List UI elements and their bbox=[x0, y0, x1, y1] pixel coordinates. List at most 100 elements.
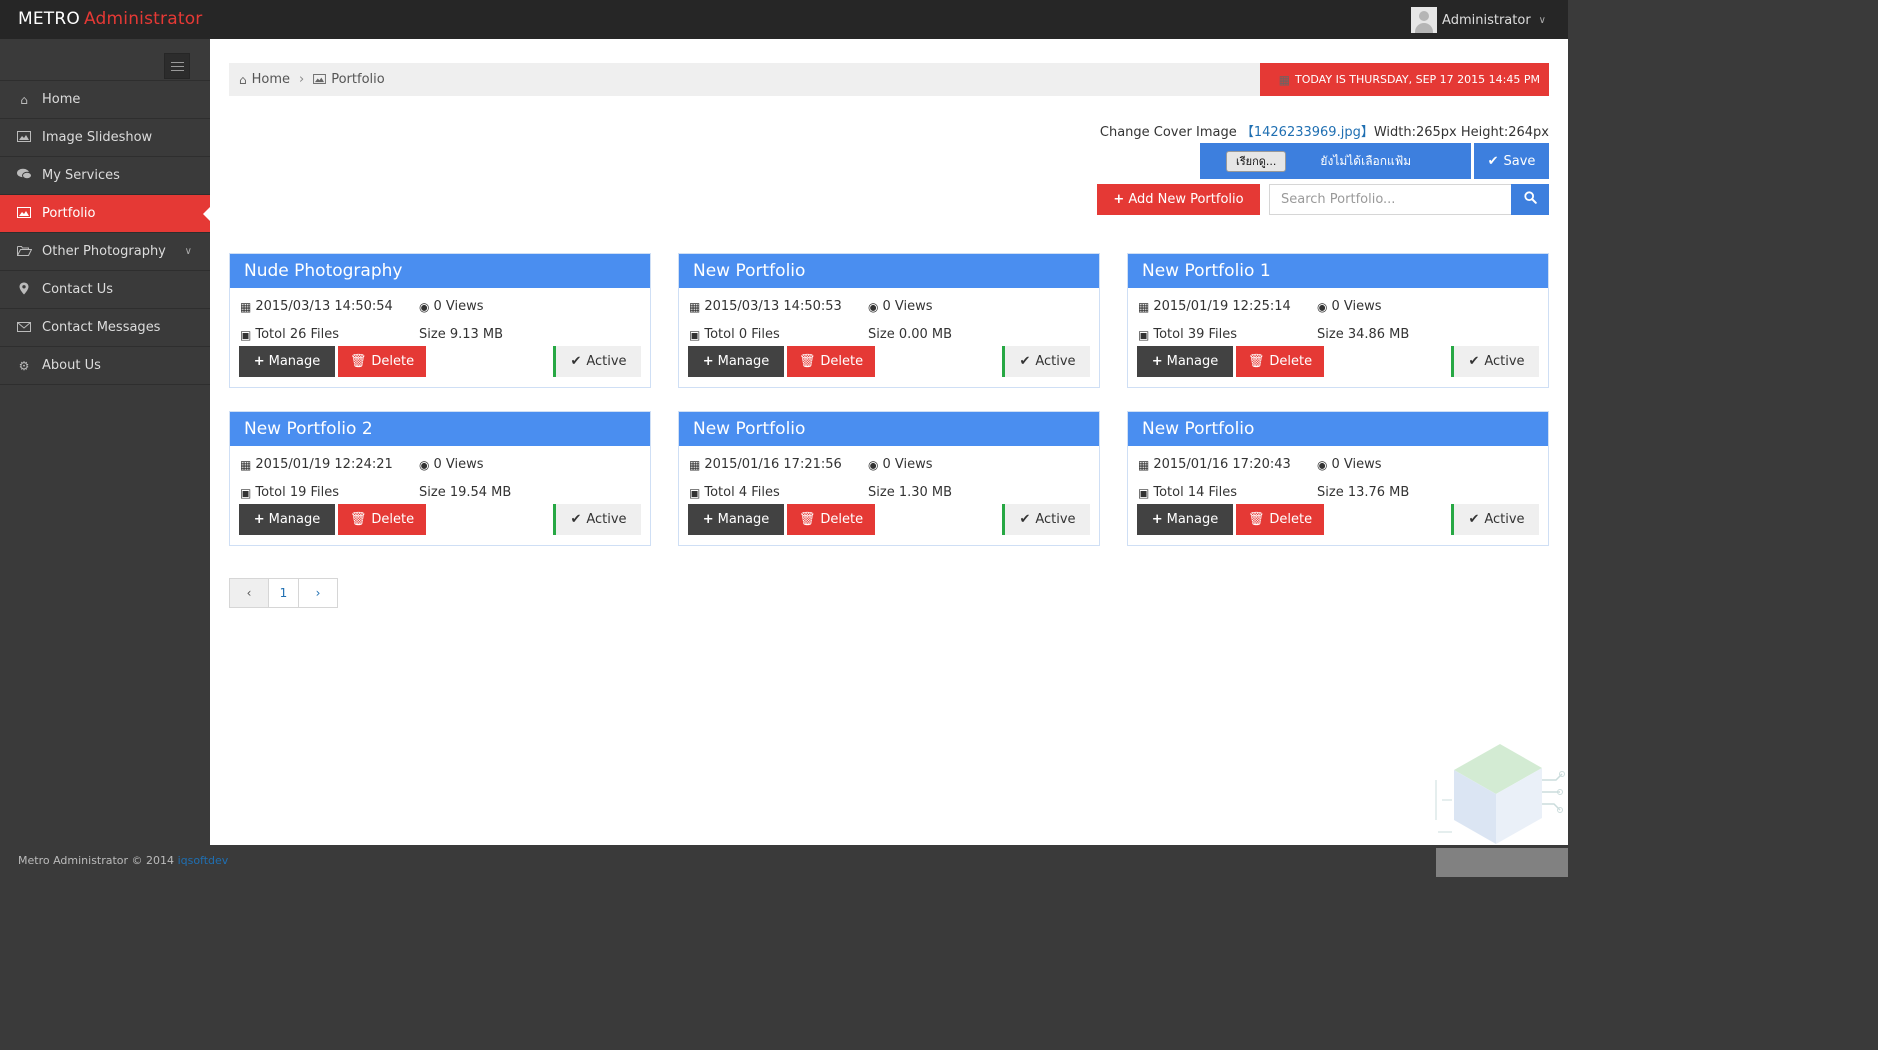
card-views: 0 Views bbox=[882, 457, 933, 472]
cover-image-info: Change Cover Image 【1426233969.jpg】Width… bbox=[1100, 121, 1549, 140]
footer: Metro Administrator © 2014 iqsoftdev bbox=[0, 845, 1568, 877]
status-label: Active bbox=[586, 354, 627, 369]
check-icon: ✔ bbox=[1468, 512, 1480, 527]
add-portfolio-button[interactable]: + Add New Portfolio bbox=[1097, 184, 1260, 215]
active-toggle-button[interactable]: ✔ Active bbox=[1002, 504, 1090, 535]
footer-copyright: Metro Administrator © 2014 bbox=[18, 854, 175, 867]
next-page-button[interactable]: › bbox=[299, 579, 337, 607]
page-1-button[interactable]: 1 bbox=[269, 579, 299, 607]
check-icon: ✔ bbox=[1019, 512, 1031, 527]
card-size: Size 1.30 MB bbox=[868, 485, 953, 500]
card-views: 0 Views bbox=[433, 457, 484, 472]
manage-button[interactable]: + Manage bbox=[688, 346, 784, 377]
card-files: Totol 0 Files bbox=[704, 327, 780, 342]
card-size: Size 34.86 MB bbox=[1317, 327, 1410, 342]
browse-button[interactable]: เรียกดู... bbox=[1226, 150, 1287, 172]
picture-icon: ▣ bbox=[1138, 327, 1150, 342]
card-files: Totol 14 Files bbox=[1153, 485, 1238, 500]
manage-button[interactable]: + Manage bbox=[239, 346, 335, 377]
breadcrumb-home[interactable]: Home bbox=[252, 72, 290, 87]
brand-main: METRO bbox=[18, 9, 80, 29]
sidebar-item-my-services[interactable]: My Services bbox=[0, 157, 210, 195]
add-label: Add New Portfolio bbox=[1128, 192, 1244, 207]
check-icon: ✔ bbox=[1019, 354, 1031, 369]
manage-label: Manage bbox=[717, 512, 770, 527]
card-date: 2015/01/16 17:20:43 bbox=[1153, 457, 1291, 472]
card-files: Totol 19 Files bbox=[255, 485, 340, 500]
manage-label: Manage bbox=[1166, 512, 1219, 527]
check-icon: ✔ bbox=[570, 354, 582, 369]
avatar bbox=[1411, 7, 1438, 33]
delete-label: Delete bbox=[1269, 354, 1313, 369]
card-title: New Portfolio bbox=[679, 412, 1099, 446]
sidebar-item-image-slideshow[interactable]: Image Slideshow bbox=[0, 119, 210, 157]
plus-icon: + bbox=[1151, 354, 1163, 369]
brand-sub: Administrator bbox=[84, 9, 203, 29]
sidebar-item-label: Portfolio bbox=[42, 206, 96, 221]
cover-dimensions: Width:265px Height:264px bbox=[1373, 125, 1549, 140]
delete-label: Delete bbox=[1269, 512, 1313, 527]
footer-text: Metro Administrator © 2014 iqsoftdev bbox=[18, 854, 228, 867]
delete-button[interactable]: 🗑 Delete bbox=[1236, 504, 1324, 535]
card-title: New Portfolio bbox=[1128, 412, 1548, 446]
delete-label: Delete bbox=[820, 354, 864, 369]
delete-button[interactable]: 🗑 Delete bbox=[338, 346, 426, 377]
sidebar-item-portfolio[interactable]: Portfolio bbox=[0, 195, 210, 233]
manage-button[interactable]: + Manage bbox=[239, 504, 335, 535]
cover-file-link[interactable]: 1426233969.jpg bbox=[1254, 125, 1361, 140]
search-button[interactable] bbox=[1511, 184, 1549, 215]
sidebar-item-contact-messages[interactable]: Contact Messages bbox=[0, 309, 210, 347]
status-label: Active bbox=[1035, 354, 1076, 369]
plus-icon: + bbox=[1113, 192, 1125, 207]
sidebar-item-label: My Services bbox=[42, 168, 120, 183]
card-date: 2015/01/16 17:21:56 bbox=[704, 457, 842, 472]
calendar-icon: ▦ bbox=[1138, 299, 1150, 314]
sidebar-item-label: Home bbox=[42, 92, 81, 107]
active-toggle-button[interactable]: ✔ Active bbox=[1451, 346, 1539, 377]
cover-bracket-close: 】 bbox=[1360, 125, 1374, 140]
sidebar-item-contact-us[interactable]: Contact Us bbox=[0, 271, 210, 309]
manage-button[interactable]: + Manage bbox=[1137, 346, 1233, 377]
manage-label: Manage bbox=[717, 354, 770, 369]
calendar-icon: ▦ bbox=[240, 299, 252, 314]
chevron-down-icon: ∨ bbox=[184, 246, 192, 257]
calendar-icon: ▦ bbox=[689, 299, 701, 314]
brand-logo[interactable]: METRO Administrator bbox=[18, 9, 203, 29]
active-toggle-button[interactable]: ✔ Active bbox=[1451, 504, 1539, 535]
active-toggle-button[interactable]: ✔ Active bbox=[553, 346, 641, 377]
delete-button[interactable]: 🗑 Delete bbox=[1236, 346, 1324, 377]
status-label: Active bbox=[586, 512, 627, 527]
active-toggle-button[interactable]: ✔ Active bbox=[1002, 346, 1090, 377]
sidebar: ⌂ Home Image Slideshow My Services Portf… bbox=[0, 39, 210, 845]
manage-button[interactable]: + Manage bbox=[688, 504, 784, 535]
date-badge: ▦ TODAY IS THURSDAY, SEP 17 2015 14:45 P… bbox=[1259, 63, 1549, 96]
trash-icon: 🗑 bbox=[349, 354, 367, 369]
file-input[interactable]: เรียกดู... ยังไม่ได้เลือกแฟ้ม bbox=[1200, 143, 1471, 179]
delete-button[interactable]: 🗑 Delete bbox=[787, 346, 875, 377]
sidebar-item-home[interactable]: ⌂ Home bbox=[0, 81, 210, 119]
save-button[interactable]: ✔ Save bbox=[1474, 143, 1549, 179]
delete-button[interactable]: 🗑 Delete bbox=[338, 504, 426, 535]
sidebar-item-about-us[interactable]: ⚙ About Us bbox=[0, 347, 210, 385]
sidebar-item-other-photography[interactable]: Other Photography ∨ bbox=[0, 233, 210, 271]
menu-toggle-button[interactable] bbox=[164, 53, 190, 79]
portfolio-card: New Portfolio ▦ 2015/01/16 17:20:43 ◉ 0 Vi… bbox=[1127, 411, 1549, 546]
home-icon: ⌂ bbox=[20, 92, 28, 107]
search-input[interactable] bbox=[1269, 184, 1511, 215]
breadcrumb-current: Portfolio bbox=[331, 72, 385, 87]
search-group bbox=[1269, 184, 1549, 215]
manage-label: Manage bbox=[1166, 354, 1219, 369]
user-menu[interactable]: Administrator ∨ bbox=[1411, 6, 1546, 34]
eye-icon: ◉ bbox=[868, 299, 879, 314]
manage-button[interactable]: + Manage bbox=[1137, 504, 1233, 535]
plus-icon: + bbox=[702, 354, 714, 369]
prev-page-button[interactable]: ‹ bbox=[230, 579, 269, 607]
picture-icon: ▣ bbox=[1138, 485, 1150, 500]
active-toggle-button[interactable]: ✔ Active bbox=[553, 504, 641, 535]
delete-button[interactable]: 🗑 Delete bbox=[787, 504, 875, 535]
trash-icon: 🗑 bbox=[349, 512, 367, 527]
footer-link[interactable]: iqsoftdev bbox=[178, 854, 229, 867]
plus-icon: + bbox=[253, 512, 265, 527]
no-file-text: ยังไม่ได้เลือกแฟ้ม bbox=[1320, 153, 1412, 168]
picture-icon: ▣ bbox=[689, 327, 701, 342]
